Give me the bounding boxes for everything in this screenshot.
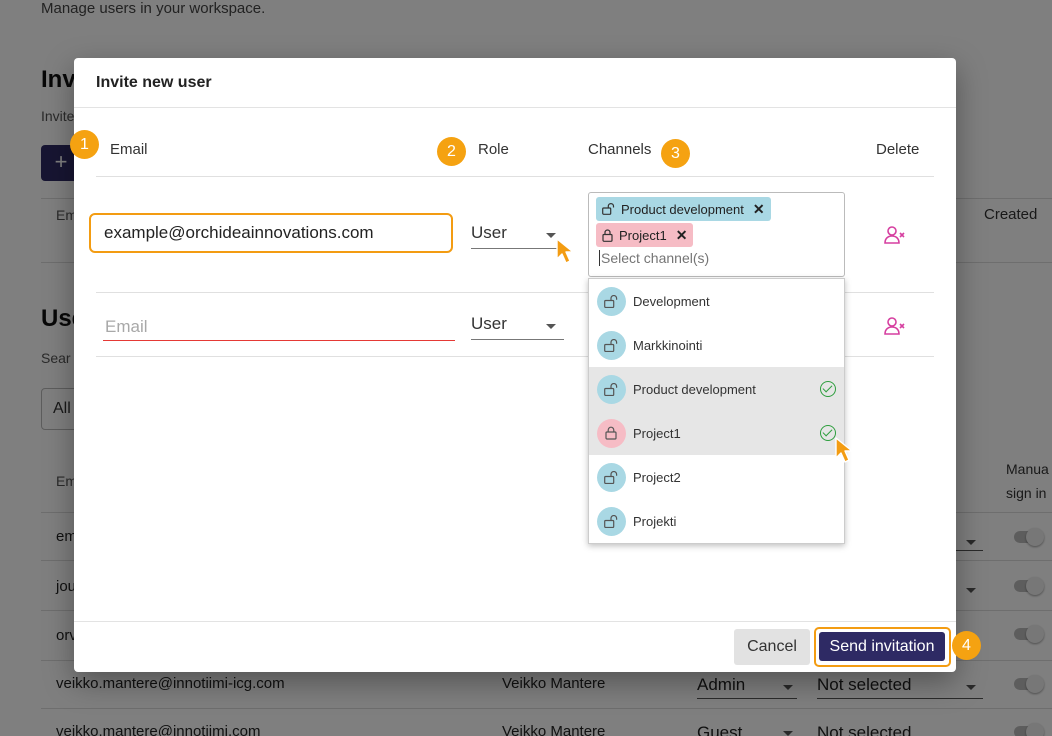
invite-user-dialog: Invite new user Email Role Channels Dele…	[74, 58, 956, 672]
unlock-icon	[597, 462, 626, 492]
dialog-title: Invite new user	[96, 74, 212, 91]
remove-chip-button[interactable]: ✕	[676, 227, 688, 244]
role-value: User	[471, 223, 507, 242]
pointer-cursor-icon	[556, 238, 574, 264]
option-label: Product development	[633, 381, 756, 397]
cancel-button[interactable]: Cancel	[734, 629, 810, 665]
channel-chip: Project1 ✕	[596, 223, 694, 247]
unlock-icon	[597, 506, 626, 536]
channel-dropdown: Development Markkinointi Product develop…	[588, 278, 845, 544]
column-header-channels: Channels	[588, 141, 652, 158]
step-badge-3: 3	[661, 139, 690, 168]
channel-option[interactable]: Markkinointi	[589, 323, 844, 367]
step-badge-4: 4	[952, 631, 981, 660]
option-label: Project2	[633, 469, 681, 485]
channel-search-input[interactable]	[599, 250, 799, 266]
channel-option[interactable]: Projekti	[589, 499, 844, 543]
column-header-role: Role	[478, 141, 509, 158]
email-field[interactable]	[103, 314, 455, 341]
unlock-icon	[602, 203, 615, 215]
step-badge-1: 1	[70, 130, 99, 159]
role-select[interactable]: User	[471, 312, 564, 340]
step-badge-2: 2	[437, 137, 466, 166]
channel-option[interactable]: Development	[589, 279, 844, 323]
option-label: Markkinointi	[633, 337, 703, 353]
role-value: User	[471, 314, 507, 333]
send-highlight: Send invitation	[814, 627, 951, 667]
lock-icon	[597, 418, 626, 448]
unlock-icon	[597, 330, 626, 360]
unlock-icon	[597, 374, 626, 404]
option-label: Project1	[633, 425, 681, 441]
check-circle-icon	[820, 381, 836, 397]
channels-select[interactable]: Product development ✕ Project1 ✕	[588, 192, 845, 277]
channel-option[interactable]: Project1	[589, 411, 844, 455]
divider	[96, 176, 934, 177]
send-invitation-button[interactable]: Send invitation	[819, 632, 945, 661]
option-label: Development	[633, 293, 710, 309]
remove-chip-button[interactable]: ✕	[753, 201, 765, 218]
remove-user-icon[interactable]	[884, 225, 906, 245]
chevron-down-icon	[546, 324, 556, 329]
chip-label: Project1	[619, 227, 667, 243]
role-select[interactable]: User	[471, 221, 564, 249]
divider	[74, 621, 956, 622]
option-label: Projekti	[633, 513, 677, 529]
column-header-email: Email	[110, 141, 148, 158]
remove-user-icon[interactable]	[884, 316, 906, 336]
lock-icon	[602, 228, 613, 242]
channel-option[interactable]: Product development	[589, 367, 844, 411]
channel-chip: Product development ✕	[596, 197, 771, 221]
pointer-cursor-icon	[835, 437, 853, 463]
divider	[74, 107, 956, 108]
channel-option[interactable]: Project2	[589, 455, 844, 499]
column-header-delete: Delete	[876, 141, 920, 158]
email-field[interactable]	[102, 220, 442, 246]
chip-label: Product development	[621, 201, 744, 217]
unlock-icon	[597, 286, 626, 316]
